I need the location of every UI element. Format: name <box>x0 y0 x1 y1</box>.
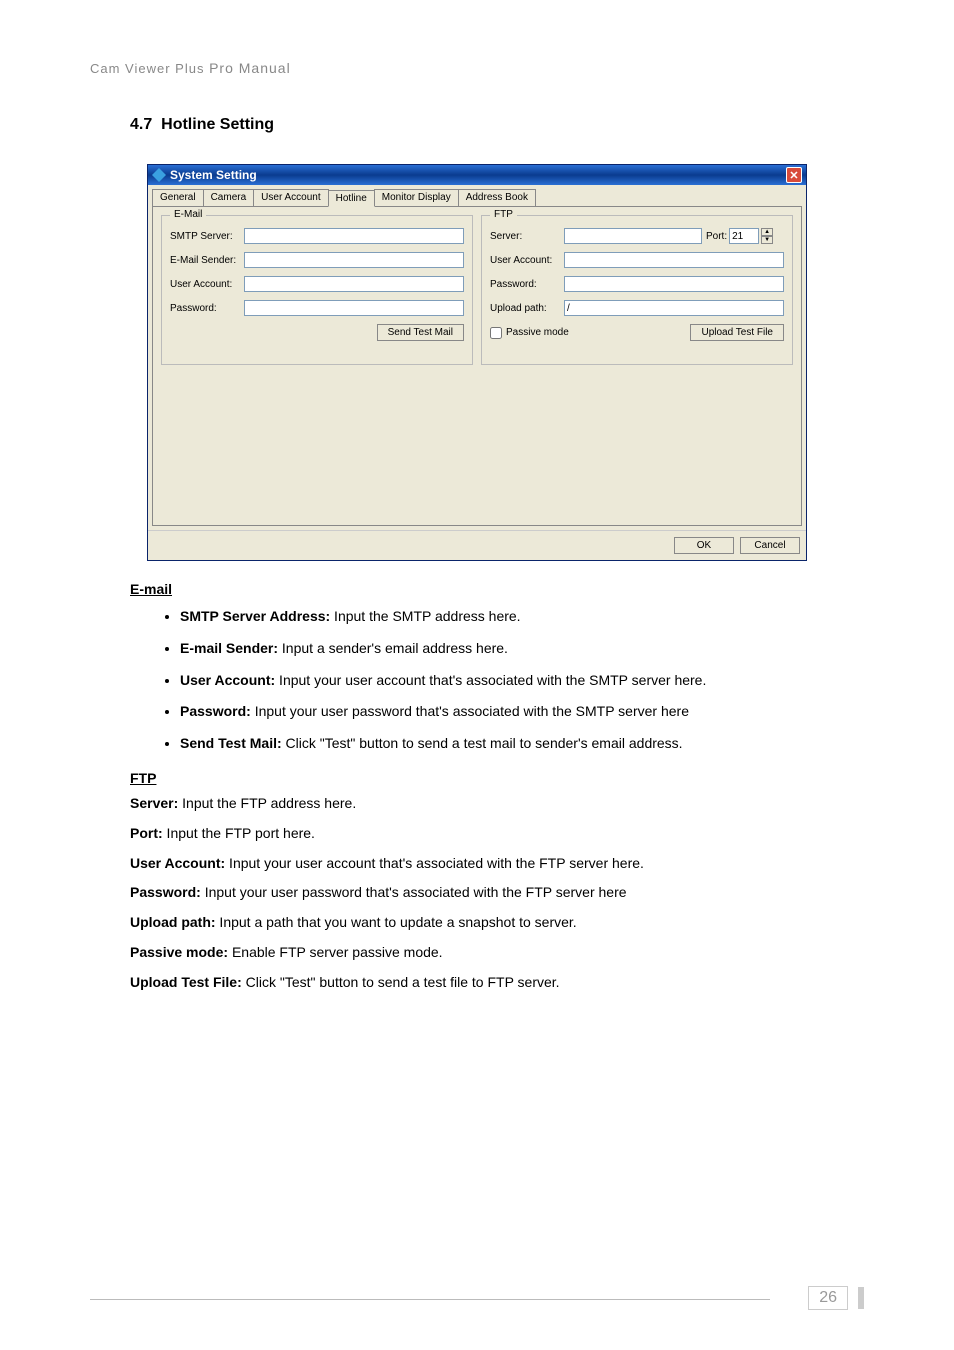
list-item: Passive mode: Enable FTP server passive … <box>130 941 804 965</box>
ftp-port-input[interactable] <box>729 228 759 244</box>
system-setting-dialog: System Setting ✕ General Camera User Acc… <box>147 164 807 561</box>
cancel-button[interactable]: Cancel <box>740 537 800 554</box>
list-item: Upload Test File: Click "Test" button to… <box>130 971 804 995</box>
tab-hotline[interactable]: Hotline <box>328 190 375 207</box>
tab-monitor-display[interactable]: Monitor Display <box>374 189 459 206</box>
footer-bar-icon <box>858 1287 864 1309</box>
list-item: Server: Input the FTP address here. <box>130 792 804 816</box>
list-item: SMTP Server Address: Input the SMTP addr… <box>180 605 804 629</box>
email-sender-input[interactable] <box>244 252 464 268</box>
list-item: Upload path: Input a path that you want … <box>130 911 804 935</box>
tabstrip: General Camera User Account Hotline Moni… <box>148 185 806 206</box>
email-legend: E-Mail <box>170 209 206 220</box>
email-heading: E-mail <box>130 581 864 597</box>
ftp-server-input[interactable] <box>564 228 702 244</box>
chevron-down-icon[interactable]: ▼ <box>761 236 773 244</box>
chevron-up-icon[interactable]: ▲ <box>761 228 773 236</box>
tab-address-book[interactable]: Address Book <box>458 189 536 206</box>
page-number: 26 <box>808 1286 848 1310</box>
page-header: Cam Viewer Plus Pro Manual <box>90 60 864 76</box>
ftp-server-label: Server: <box>490 231 560 242</box>
ftp-user-input[interactable] <box>564 252 784 268</box>
list-item: Send Test Mail: Click "Test" button to s… <box>180 732 804 756</box>
smtp-server-input[interactable] <box>244 228 464 244</box>
list-item: E-mail Sender: Input a sender's email ad… <box>180 637 804 661</box>
passive-mode-label: Passive mode <box>506 327 569 338</box>
list-item: User Account: Input your user account th… <box>180 669 804 693</box>
ftp-heading: FTP <box>130 770 864 786</box>
upload-test-file-button[interactable]: Upload Test File <box>690 324 784 341</box>
ftp-port-label: Port: <box>706 231 727 242</box>
list-item: Port: Input the FTP port here. <box>130 822 804 846</box>
tab-camera[interactable]: Camera <box>203 189 255 206</box>
email-user-label: User Account: <box>170 279 240 290</box>
titlebar: System Setting ✕ <box>148 165 806 185</box>
email-user-input[interactable] <box>244 276 464 292</box>
passive-mode-checkbox[interactable] <box>490 327 502 339</box>
list-item: Password: Input your user password that'… <box>180 700 804 724</box>
email-sender-label: E-Mail Sender: <box>170 255 240 266</box>
ftp-path-label: Upload path: <box>490 303 560 314</box>
send-test-mail-button[interactable]: Send Test Mail <box>377 324 464 341</box>
app-icon <box>152 168 166 182</box>
ftp-fieldset: FTP Server: Port: ▲▼ User Account: <box>481 215 793 365</box>
dialog-title: System Setting <box>170 168 257 182</box>
ok-button[interactable]: OK <box>674 537 734 554</box>
tab-general[interactable]: General <box>152 189 204 206</box>
email-desc-list: SMTP Server Address: Input the SMTP addr… <box>180 605 804 756</box>
page-footer: 26 <box>808 1286 864 1310</box>
dialog-footer: OK Cancel <box>148 530 806 560</box>
ftp-pass-label: Password: <box>490 279 560 290</box>
tab-pane-hotline: E-Mail SMTP Server: E-Mail Sender: User … <box>152 206 802 526</box>
footer-rule <box>90 1299 770 1300</box>
ftp-legend: FTP <box>490 209 517 220</box>
list-item: User Account: Input your user account th… <box>130 852 804 876</box>
ftp-path-input[interactable] <box>564 300 784 316</box>
ftp-user-label: User Account: <box>490 255 560 266</box>
ftp-desc-list: Server: Input the FTP address here. Port:… <box>130 792 804 995</box>
section-title: 4.7 Hotline Setting <box>130 116 864 134</box>
tab-user-account[interactable]: User Account <box>253 189 328 206</box>
email-pass-label: Password: <box>170 303 240 314</box>
email-fieldset: E-Mail SMTP Server: E-Mail Sender: User … <box>161 215 473 365</box>
list-item: Password: Input your user password that'… <box>130 881 804 905</box>
close-icon[interactable]: ✕ <box>786 167 802 183</box>
smtp-server-label: SMTP Server: <box>170 231 240 242</box>
email-pass-input[interactable] <box>244 300 464 316</box>
port-spinner[interactable]: ▲▼ <box>761 228 773 244</box>
ftp-pass-input[interactable] <box>564 276 784 292</box>
